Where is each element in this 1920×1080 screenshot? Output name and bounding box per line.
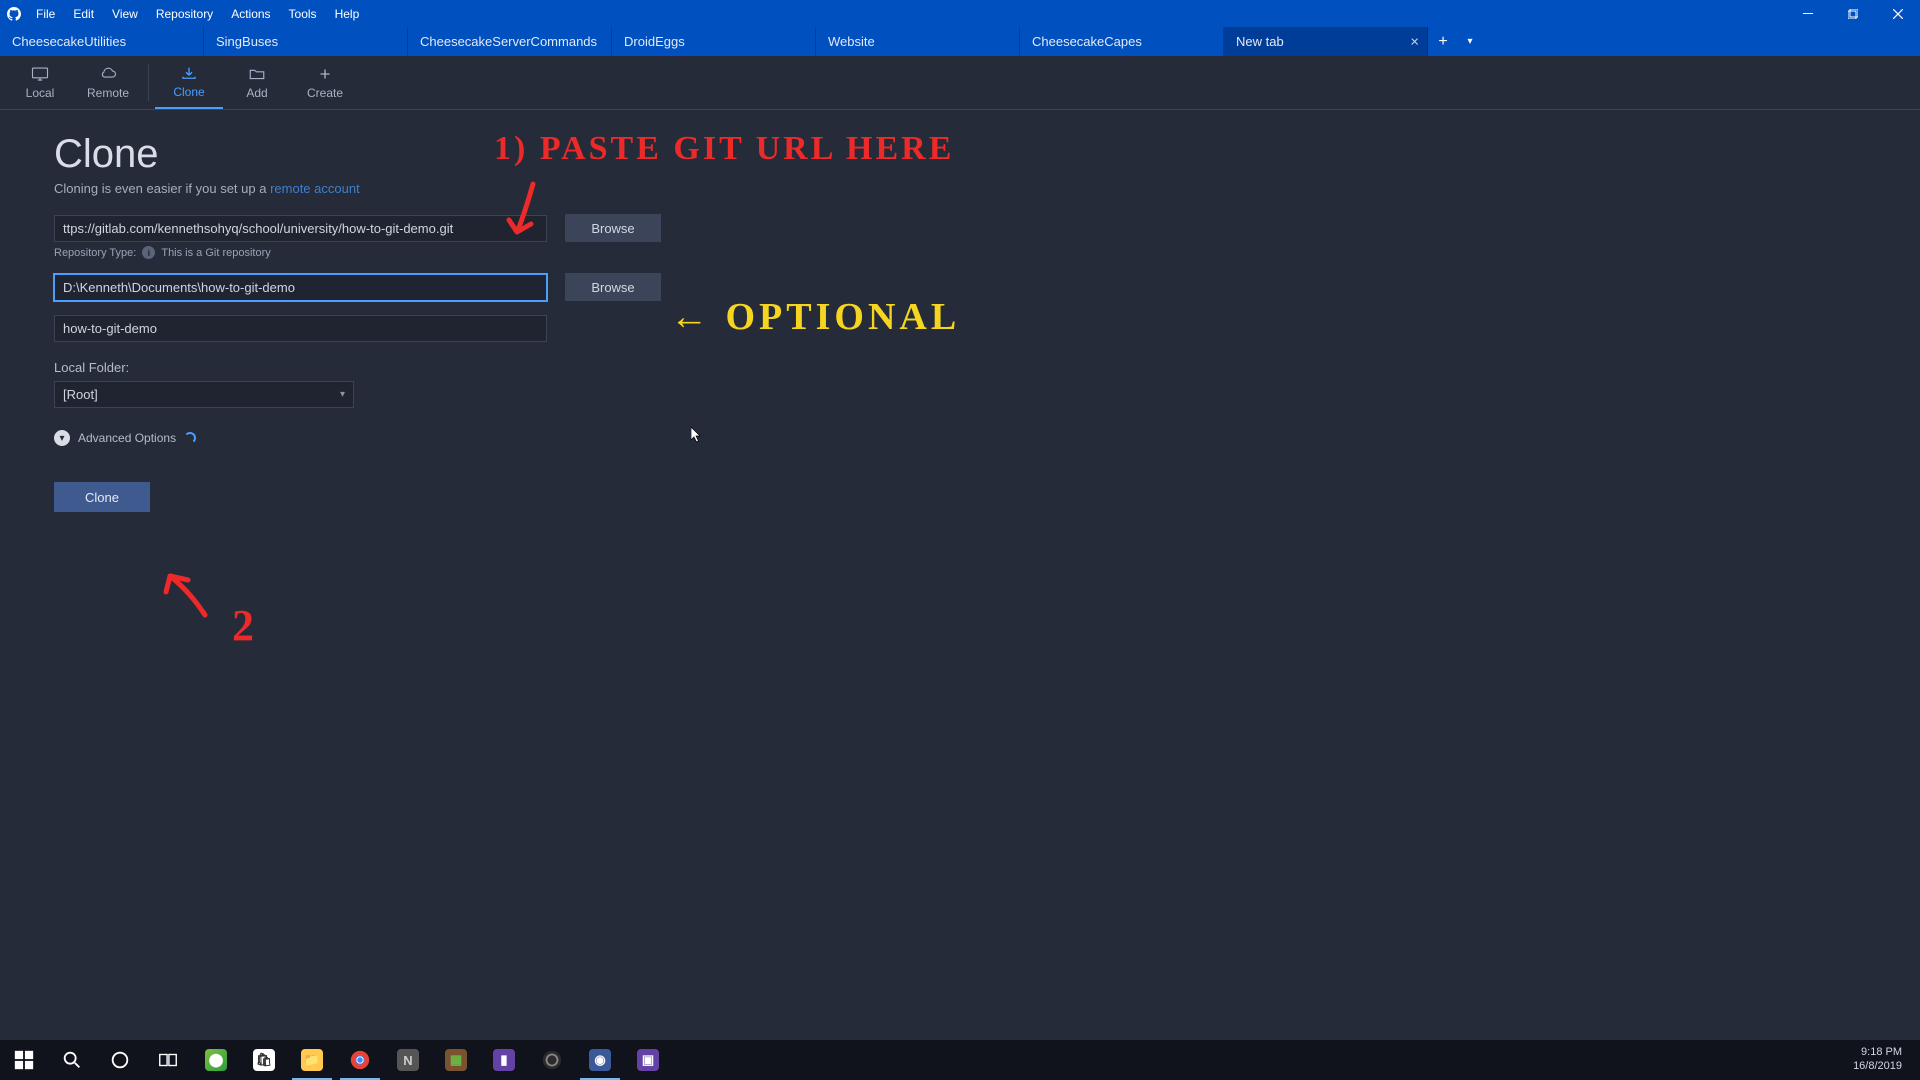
- name-row: [54, 315, 1866, 342]
- browse-source-button[interactable]: Browse: [565, 214, 661, 242]
- tab-cheesecakeservercommands[interactable]: CheesecakeServerCommands: [408, 27, 612, 56]
- taskbar-obs[interactable]: [528, 1040, 576, 1080]
- toolbar-create-label: Create: [307, 86, 343, 100]
- taskbar-taskview[interactable]: [144, 1040, 192, 1080]
- toolbar-add[interactable]: Add: [223, 56, 291, 109]
- toolbar-clone-label: Clone: [173, 85, 204, 99]
- window-controls: [1785, 0, 1920, 27]
- close-button[interactable]: [1875, 0, 1920, 27]
- spinner-icon: [184, 432, 196, 444]
- monitor-icon: [31, 66, 49, 82]
- tray-clock[interactable]: 9:18 PM 16/8/2019: [1843, 1046, 1912, 1074]
- toolbar-clone[interactable]: Clone: [155, 56, 223, 109]
- destination-row: Browse: [54, 273, 1866, 301]
- tray-time: 9:18 PM: [1853, 1046, 1902, 1060]
- taskbar-app-2[interactable]: N: [384, 1040, 432, 1080]
- folder-icon: [248, 66, 266, 82]
- tab-cheesecakeutilities[interactable]: CheesecakeUtilities: [0, 27, 204, 56]
- tab-close-icon[interactable]: ×: [1410, 33, 1419, 50]
- clone-button[interactable]: Clone: [54, 482, 150, 512]
- toolbar-remote[interactable]: Remote: [74, 56, 142, 109]
- page-subtitle: Cloning is even easier if you set up a r…: [54, 181, 1866, 196]
- taskbar-twitch[interactable]: ▮: [480, 1040, 528, 1080]
- taskbar: ⬤ 🛍 📁 N ▦ ▮ ◉ ▣ 9:18 PM 16/8/2019: [0, 1040, 1920, 1080]
- toolbar-add-label: Add: [246, 86, 267, 100]
- destination-path-input[interactable]: [54, 274, 547, 301]
- taskbar-store[interactable]: 🛍: [240, 1040, 288, 1080]
- taskbar-app-1[interactable]: ⬤: [192, 1040, 240, 1080]
- cloud-icon: [99, 66, 117, 82]
- toolbar-local-label: Local: [26, 86, 55, 100]
- local-folder-label: Local Folder:: [54, 360, 1866, 375]
- page-title: Clone: [54, 132, 1866, 177]
- advanced-options-label: Advanced Options: [78, 431, 176, 445]
- tab-website[interactable]: Website: [816, 27, 1020, 56]
- repo-type-row: Repository Type: i This is a Git reposit…: [54, 246, 1866, 259]
- menu-actions[interactable]: Actions: [222, 0, 279, 27]
- repo-type-desc: This is a Git repository: [161, 247, 270, 259]
- taskbar-gitkraken[interactable]: ◉: [576, 1040, 624, 1080]
- taskbar-chrome[interactable]: [336, 1040, 384, 1080]
- start-button[interactable]: [0, 1040, 48, 1080]
- menubar: File Edit View Repository Actions Tools …: [27, 0, 368, 27]
- tab-add-button[interactable]: +: [1428, 27, 1458, 56]
- advanced-options-toggle[interactable]: ▾ Advanced Options: [54, 430, 1866, 446]
- download-icon: [180, 65, 198, 81]
- plus-icon: [316, 66, 334, 82]
- system-tray[interactable]: 9:18 PM 16/8/2019: [1843, 1046, 1920, 1074]
- tab-cheesecakecapes[interactable]: CheesecakeCapes: [1020, 27, 1224, 56]
- remote-account-link[interactable]: remote account: [270, 181, 360, 196]
- annotation-arrow-2: [160, 570, 220, 625]
- menu-tools[interactable]: Tools: [280, 0, 326, 27]
- repo-type-label: Repository Type:: [54, 247, 136, 259]
- titlebar: File Edit View Repository Actions Tools …: [0, 0, 1920, 27]
- taskbar-search[interactable]: [48, 1040, 96, 1080]
- menu-help[interactable]: Help: [326, 0, 369, 27]
- taskbar-cortana[interactable]: [96, 1040, 144, 1080]
- browse-destination-button[interactable]: Browse: [565, 273, 661, 301]
- menu-file[interactable]: File: [27, 0, 64, 27]
- info-icon: i: [142, 246, 155, 259]
- chevron-down-icon: ▾: [340, 389, 345, 400]
- taskbar-app-3[interactable]: ▣: [624, 1040, 672, 1080]
- menu-view[interactable]: View: [103, 0, 147, 27]
- url-row: Browse: [54, 214, 1866, 242]
- toolbar-remote-label: Remote: [87, 86, 129, 100]
- toolbar-create[interactable]: Create: [291, 56, 359, 109]
- tab-dropdown-button[interactable]: ▾: [1458, 27, 1482, 56]
- tab-droideggs[interactable]: DroidEggs: [612, 27, 816, 56]
- app-icon: [0, 7, 27, 21]
- local-folder-value: [Root]: [63, 387, 98, 402]
- menu-repository[interactable]: Repository: [147, 0, 222, 27]
- main-content: Clone Cloning is even easier if you set …: [0, 110, 1920, 534]
- menu-edit[interactable]: Edit: [64, 0, 103, 27]
- toolbar-local[interactable]: Local: [6, 56, 74, 109]
- maximize-button[interactable]: [1830, 0, 1875, 27]
- minimize-button[interactable]: [1785, 0, 1830, 27]
- local-folder-select[interactable]: [Root] ▾: [54, 381, 354, 408]
- repo-name-input[interactable]: [54, 315, 547, 342]
- tab-singbuses[interactable]: SingBuses: [204, 27, 408, 56]
- tray-date: 16/8/2019: [1853, 1060, 1902, 1074]
- taskbar-minecraft[interactable]: ▦: [432, 1040, 480, 1080]
- taskbar-explorer[interactable]: 📁: [288, 1040, 336, 1080]
- chevron-expand-icon: ▾: [54, 430, 70, 446]
- annotation-step-2: 2: [232, 600, 257, 651]
- tab-label: New tab: [1236, 34, 1284, 49]
- source-url-input[interactable]: [54, 215, 547, 242]
- subtitle-prefix: Cloning is even easier if you set up a: [54, 181, 270, 196]
- tab-new-tab[interactable]: New tab ×: [1224, 27, 1428, 56]
- tabbar: CheesecakeUtilities SingBuses Cheesecake…: [0, 27, 1920, 56]
- toolbar-separator: [148, 64, 149, 101]
- toolbar: Local Remote Clone Add Create: [0, 56, 1920, 110]
